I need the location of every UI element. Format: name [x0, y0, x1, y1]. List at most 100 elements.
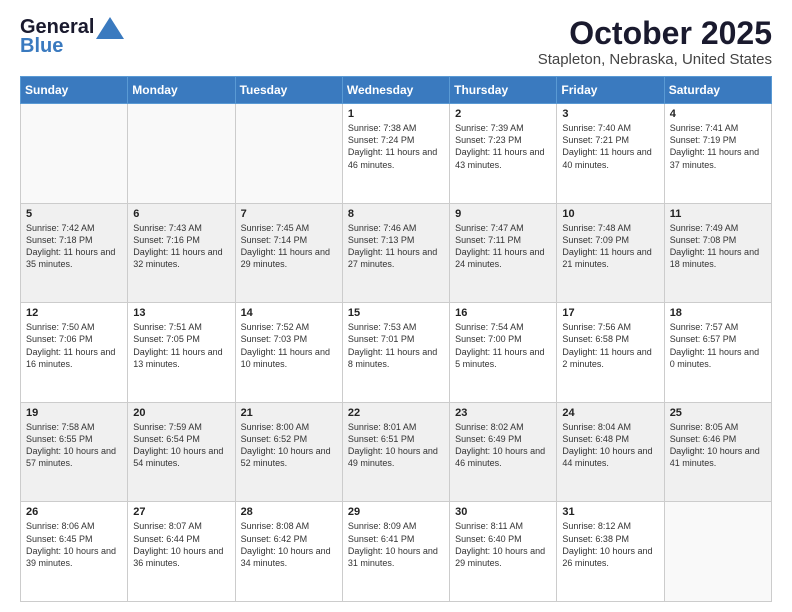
calendar-cell	[128, 104, 235, 204]
calendar-cell: 12Sunrise: 7:50 AM Sunset: 7:06 PM Dayli…	[21, 303, 128, 403]
calendar-cell: 11 Sunrise: 7:49 AM Sunset: 7:08 PM Dayli…	[664, 203, 771, 303]
day-number: 23	[455, 407, 551, 419]
weekday-header-sunday: Sunday	[21, 77, 128, 104]
day-info: Sunrise: 8:04 AM Sunset: 6:48 PM Dayligh…	[562, 421, 658, 470]
day-number: 21	[241, 407, 337, 419]
day-number: 15	[348, 307, 444, 319]
title-section: October 2025 Stapleton, Nebraska, United…	[538, 16, 772, 68]
logo: General Blue	[20, 16, 124, 58]
calendar-cell: 30 Sunrise: 8:11 AM Sunset: 6:40 PM Dayli…	[450, 502, 557, 602]
weekday-header-saturday: Saturday	[664, 77, 771, 104]
day-info: Sunrise: 8:05 AM Sunset: 6:46 PM Dayligh…	[670, 421, 766, 470]
day-info: Sunrise: 8:08 AM Sunset: 6:42 PM Dayligh…	[241, 520, 337, 569]
day-number: 25	[670, 407, 766, 419]
calendar-cell: 1 Sunrise: 7:38 AM Sunset: 7:24 PM Daylig…	[342, 104, 449, 204]
calendar-cell: 19Sunrise: 7:58 AM Sunset: 6:55 PM Dayli…	[21, 402, 128, 502]
calendar-cell: 29Sunrise: 8:09 AM Sunset: 6:41 PM Dayli…	[342, 502, 449, 602]
page: General Blue October 2025 Stapleton, Neb…	[0, 0, 792, 612]
calendar-cell: 26Sunrise: 8:06 AM Sunset: 6:45 PM Dayli…	[21, 502, 128, 602]
weekday-header-monday: Monday	[128, 77, 235, 104]
logo-blue: Blue	[20, 35, 63, 58]
calendar-cell: 14Sunrise: 7:52 AM Sunset: 7:03 PM Dayli…	[235, 303, 342, 403]
day-number: 3	[562, 108, 658, 120]
calendar-cell: 24 Sunrise: 8:04 AM Sunset: 6:48 PM Dayli…	[557, 402, 664, 502]
day-info: Sunrise: 8:09 AM Sunset: 6:41 PM Dayligh…	[348, 520, 444, 569]
day-info: Sunrise: 8:02 AM Sunset: 6:49 PM Dayligh…	[455, 421, 551, 470]
calendar-title: October 2025	[538, 16, 772, 51]
day-info: Sunrise: 7:51 AM Sunset: 7:05 PM Dayligh…	[133, 321, 229, 370]
day-info: Sunrise: 7:46 AM Sunset: 7:13 PM Dayligh…	[348, 222, 444, 271]
day-info: Sunrise: 7:39 AM Sunset: 7:23 PM Dayligh…	[455, 122, 551, 171]
day-number: 5	[26, 208, 122, 220]
calendar-cell: 13 Sunrise: 7:51 AM Sunset: 7:05 PM Dayli…	[128, 303, 235, 403]
day-number: 26	[26, 506, 122, 518]
day-number: 19	[26, 407, 122, 419]
weekday-header-friday: Friday	[557, 77, 664, 104]
day-info: Sunrise: 7:41 AM Sunset: 7:19 PM Dayligh…	[670, 122, 766, 171]
day-info: Sunrise: 7:53 AM Sunset: 7:01 PM Dayligh…	[348, 321, 444, 370]
calendar-cell: 21 Sunrise: 8:00 AM Sunset: 6:52 PM Dayli…	[235, 402, 342, 502]
calendar-cell: 6 Sunrise: 7:43 AM Sunset: 7:16 PM Daylig…	[128, 203, 235, 303]
calendar-cell	[21, 104, 128, 204]
calendar-cell: 20 Sunrise: 7:59 AM Sunset: 6:54 PM Dayli…	[128, 402, 235, 502]
day-number: 10	[562, 208, 658, 220]
day-info: Sunrise: 8:12 AM Sunset: 6:38 PM Dayligh…	[562, 520, 658, 569]
day-number: 24	[562, 407, 658, 419]
day-number: 1	[348, 108, 444, 120]
calendar-cell: 5 Sunrise: 7:42 AM Sunset: 7:18 PM Daylig…	[21, 203, 128, 303]
day-info: Sunrise: 8:00 AM Sunset: 6:52 PM Dayligh…	[241, 421, 337, 470]
calendar-cell	[235, 104, 342, 204]
calendar-cell: 9 Sunrise: 7:47 AM Sunset: 7:11 PM Daylig…	[450, 203, 557, 303]
day-info: Sunrise: 7:54 AM Sunset: 7:00 PM Dayligh…	[455, 321, 551, 370]
calendar-cell: 8 Sunrise: 7:46 AM Sunset: 7:13 PM Daylig…	[342, 203, 449, 303]
day-number: 20	[133, 407, 229, 419]
header: General Blue October 2025 Stapleton, Neb…	[20, 16, 772, 68]
calendar-cell: 2 Sunrise: 7:39 AM Sunset: 7:23 PM Daylig…	[450, 104, 557, 204]
calendar-cell: 27 Sunrise: 8:07 AM Sunset: 6:44 PM Dayli…	[128, 502, 235, 602]
weekday-header-thursday: Thursday	[450, 77, 557, 104]
day-info: Sunrise: 7:45 AM Sunset: 7:14 PM Dayligh…	[241, 222, 337, 271]
day-number: 14	[241, 307, 337, 319]
day-number: 18	[670, 307, 766, 319]
logo-icon	[96, 17, 124, 39]
calendar-cell: 22 Sunrise: 8:01 AM Sunset: 6:51 PM Dayli…	[342, 402, 449, 502]
day-info: Sunrise: 7:42 AM Sunset: 7:18 PM Dayligh…	[26, 222, 122, 271]
day-info: Sunrise: 8:01 AM Sunset: 6:51 PM Dayligh…	[348, 421, 444, 470]
day-info: Sunrise: 8:07 AM Sunset: 6:44 PM Dayligh…	[133, 520, 229, 569]
day-number: 13	[133, 307, 229, 319]
day-info: Sunrise: 7:56 AM Sunset: 6:58 PM Dayligh…	[562, 321, 658, 370]
calendar-cell	[664, 502, 771, 602]
calendar-cell: 18Sunrise: 7:57 AM Sunset: 6:57 PM Dayli…	[664, 303, 771, 403]
calendar-subtitle: Stapleton, Nebraska, United States	[538, 51, 772, 68]
day-number: 7	[241, 208, 337, 220]
calendar-cell: 3Sunrise: 7:40 AM Sunset: 7:21 PM Daylig…	[557, 104, 664, 204]
day-info: Sunrise: 7:47 AM Sunset: 7:11 PM Dayligh…	[455, 222, 551, 271]
day-number: 22	[348, 407, 444, 419]
calendar-cell: 17 Sunrise: 7:56 AM Sunset: 6:58 PM Dayli…	[557, 303, 664, 403]
calendar-table: SundayMondayTuesdayWednesdayThursdayFrid…	[20, 76, 772, 602]
day-info: Sunrise: 7:59 AM Sunset: 6:54 PM Dayligh…	[133, 421, 229, 470]
day-number: 9	[455, 208, 551, 220]
calendar-cell: 25 Sunrise: 8:05 AM Sunset: 6:46 PM Dayli…	[664, 402, 771, 502]
calendar-cell: 7 Sunrise: 7:45 AM Sunset: 7:14 PM Daylig…	[235, 203, 342, 303]
weekday-header-wednesday: Wednesday	[342, 77, 449, 104]
day-info: Sunrise: 7:49 AM Sunset: 7:08 PM Dayligh…	[670, 222, 766, 271]
day-number: 4	[670, 108, 766, 120]
calendar-cell: 23 Sunrise: 8:02 AM Sunset: 6:49 PM Dayli…	[450, 402, 557, 502]
day-number: 8	[348, 208, 444, 220]
day-number: 30	[455, 506, 551, 518]
day-number: 11	[670, 208, 766, 220]
day-info: Sunrise: 7:43 AM Sunset: 7:16 PM Dayligh…	[133, 222, 229, 271]
day-number: 2	[455, 108, 551, 120]
day-info: Sunrise: 8:11 AM Sunset: 6:40 PM Dayligh…	[455, 520, 551, 569]
day-number: 6	[133, 208, 229, 220]
day-number: 27	[133, 506, 229, 518]
day-number: 12	[26, 307, 122, 319]
day-number: 17	[562, 307, 658, 319]
day-info: Sunrise: 7:48 AM Sunset: 7:09 PM Dayligh…	[562, 222, 658, 271]
calendar-cell: 31Sunrise: 8:12 AM Sunset: 6:38 PM Dayli…	[557, 502, 664, 602]
calendar-cell: 4 Sunrise: 7:41 AM Sunset: 7:19 PM Daylig…	[664, 104, 771, 204]
calendar-cell: 15 Sunrise: 7:53 AM Sunset: 7:01 PM Dayli…	[342, 303, 449, 403]
weekday-header-tuesday: Tuesday	[235, 77, 342, 104]
day-info: Sunrise: 7:38 AM Sunset: 7:24 PM Dayligh…	[348, 122, 444, 171]
